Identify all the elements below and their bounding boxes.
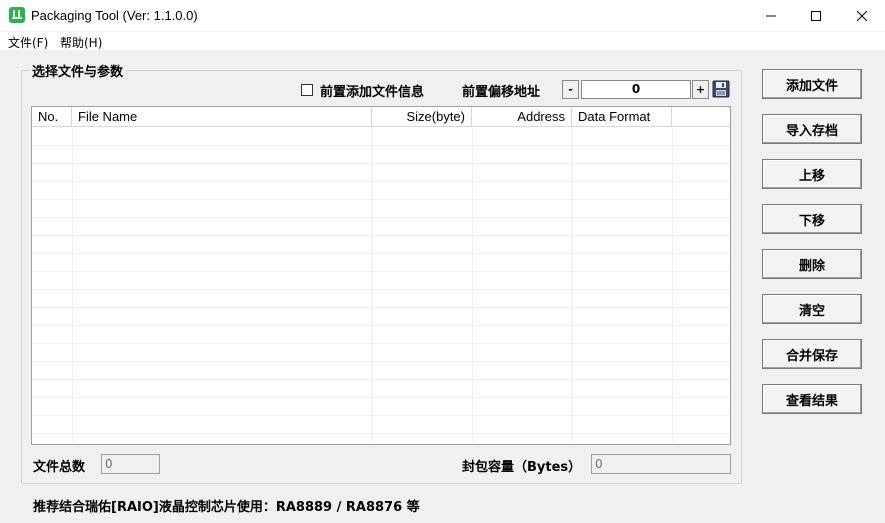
minimize-icon <box>766 15 776 16</box>
empty-grid-row <box>32 434 730 444</box>
maximize-button[interactable] <box>793 0 839 31</box>
move-up-button[interactable]: 上移 <box>762 159 862 189</box>
close-icon <box>856 10 868 21</box>
empty-grid-row <box>32 272 730 290</box>
grid-column-line <box>72 128 73 444</box>
minimize-button[interactable] <box>748 0 794 31</box>
file-list-table[interactable]: No. File Name Size(byte) Address Data Fo… <box>31 106 731 445</box>
file-count-label: 文件总数 <box>33 460 86 475</box>
capacity-field: 0 <box>591 454 731 474</box>
close-button[interactable] <box>839 0 885 31</box>
empty-grid-row <box>32 146 730 164</box>
grid-column-line <box>472 128 473 444</box>
prepend-info-checkbox[interactable] <box>301 84 313 96</box>
empty-grid-row <box>32 218 730 236</box>
column-header-address[interactable]: Address <box>472 107 572 127</box>
grid-column-line <box>372 128 373 444</box>
empty-grid-row <box>32 254 730 272</box>
empty-grid-row <box>32 380 730 398</box>
merge-save-button[interactable]: 合并保存 <box>762 339 862 369</box>
empty-grid-row <box>32 362 730 380</box>
group-title: 选择文件与参数 <box>29 61 127 80</box>
maximize-icon <box>811 10 821 21</box>
table-header: No. File Name Size(byte) Address Data Fo… <box>32 107 730 127</box>
app-icon <box>9 7 25 23</box>
clear-button[interactable]: 清空 <box>762 294 862 324</box>
column-header-no[interactable]: No. <box>32 107 72 127</box>
offset-address-label: 前置偏移地址 <box>462 85 541 100</box>
empty-grid-row <box>32 308 730 326</box>
capacity-label: 封包容量（Bytes） <box>462 460 582 475</box>
title-bar: Packaging Tool (Ver: 1.1.0.0) <box>0 0 885 32</box>
add-file-button[interactable]: 添加文件 <box>762 69 862 99</box>
recommend-text: 推荐结合瑞佑[RAIO]液晶控制芯片使用：RA8889 / RA8876 等 <box>33 500 420 515</box>
empty-grid-row <box>32 344 730 362</box>
empty-grid-row <box>32 200 730 218</box>
menu-help[interactable]: 帮助(H) <box>60 34 102 51</box>
offset-address-input[interactable]: 0 <box>581 80 691 99</box>
column-header-size[interactable]: Size(byte) <box>372 107 472 127</box>
empty-grid-row <box>32 182 730 200</box>
empty-grid-row <box>32 326 730 344</box>
file-count-field: 0 <box>101 454 160 474</box>
menu-bar: 文件(F) 帮助(H) <box>0 32 885 50</box>
grid-column-line <box>672 128 673 444</box>
empty-grid-row <box>32 128 730 146</box>
prepend-info-label[interactable]: 前置添加文件信息 <box>320 81 424 100</box>
offset-increment-button[interactable]: + <box>692 80 709 99</box>
move-down-button[interactable]: 下移 <box>762 204 862 234</box>
grid-column-line <box>572 128 573 444</box>
delete-button[interactable]: 删除 <box>762 249 862 279</box>
empty-grid-row <box>32 236 730 254</box>
menu-file[interactable]: 文件(F) <box>8 34 48 51</box>
empty-grid-row <box>32 398 730 416</box>
save-icon[interactable] <box>712 80 730 98</box>
offset-decrement-button[interactable]: - <box>562 80 579 99</box>
empty-grid-row <box>32 416 730 434</box>
view-result-button[interactable]: 查看结果 <box>762 384 862 414</box>
empty-grid-row <box>32 290 730 308</box>
empty-grid-row <box>32 164 730 182</box>
column-header-data-format[interactable]: Data Format <box>572 107 672 127</box>
import-archive-button[interactable]: 导入存档 <box>762 114 862 144</box>
column-header-file-name[interactable]: File Name <box>72 107 372 127</box>
window-title: Packaging Tool (Ver: 1.1.0.0) <box>31 8 198 23</box>
